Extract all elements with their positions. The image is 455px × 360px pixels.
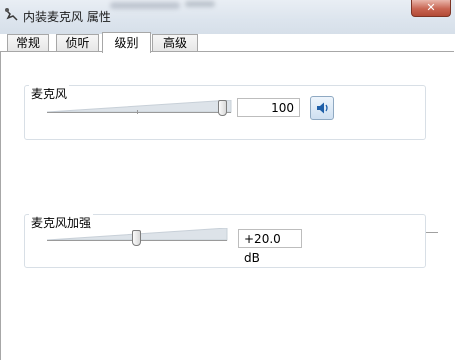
- tab-general[interactable]: 常规: [7, 34, 49, 52]
- window-title: 内装麦克风 属性: [23, 10, 111, 24]
- close-button[interactable]: ✕: [411, 0, 451, 17]
- slider-baseline: [47, 112, 231, 113]
- mute-button[interactable]: [310, 96, 334, 120]
- microphone-boost-slider[interactable]: [132, 230, 141, 246]
- speaker-icon: [317, 102, 328, 114]
- blurred-background: [110, 2, 180, 9]
- tab-levels[interactable]: 级别: [102, 32, 151, 53]
- tab-listen[interactable]: 侦听: [56, 34, 99, 52]
- microphone-boost-value[interactable]: +20.0 dB: [238, 229, 302, 265]
- microphone-icon: [5, 8, 18, 21]
- microphone-level-input[interactable]: 100: [237, 98, 300, 117]
- microphone-group: 麦克风 100: [24, 85, 426, 140]
- microphone-volume-slider[interactable]: [218, 100, 227, 116]
- tab-advanced[interactable]: 高级: [152, 34, 198, 52]
- microphone-boost-group: 麦克风加强 +20.0 dB: [24, 214, 426, 268]
- blurred-background: [185, 1, 215, 7]
- levels-panel: 麦克风 100 麦克风加强 +20.0 dB: [0, 51, 454, 360]
- slider-tick: [137, 110, 138, 114]
- title-bar: 内装麦克风 属性 ✕: [0, 0, 455, 34]
